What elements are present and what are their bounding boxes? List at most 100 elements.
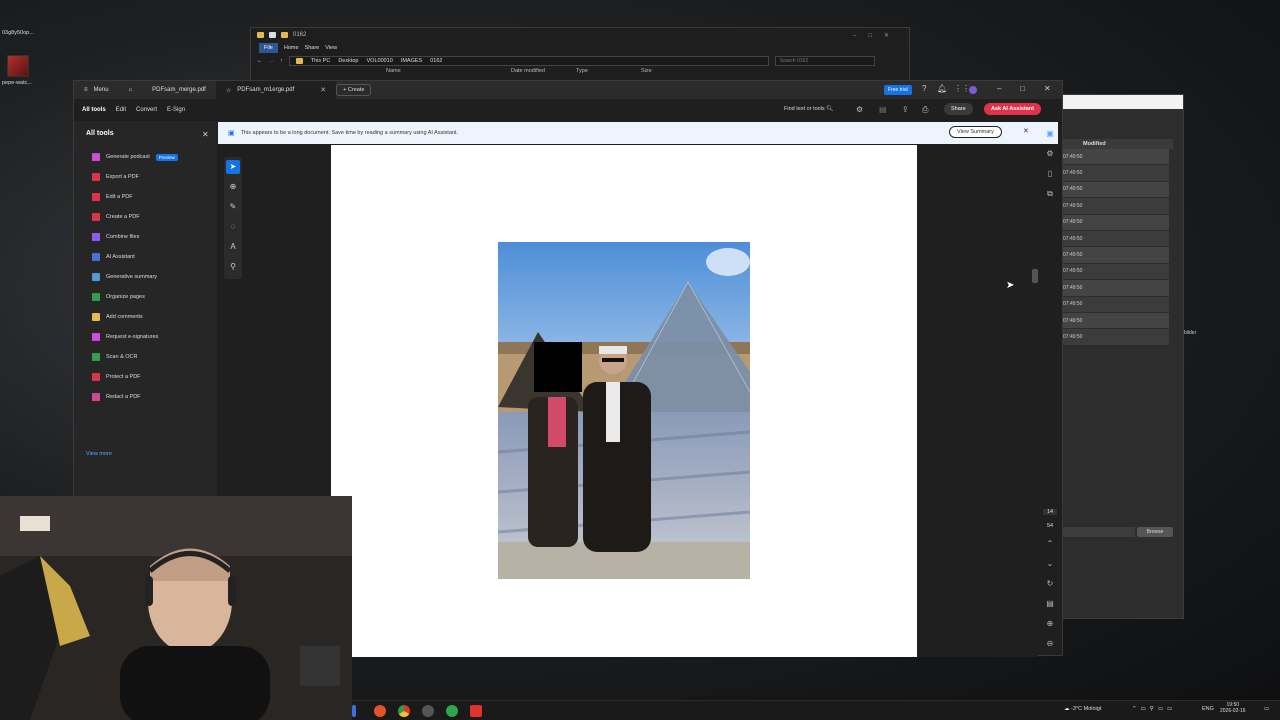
tool-item[interactable]: Generate podcast Preview <box>92 151 178 163</box>
table-row[interactable]: 07:49:50 <box>1063 280 1169 297</box>
address-bar[interactable]: This PC Desktop VOL00010 IMAGES 0162 <box>288 56 769 66</box>
table-row[interactable]: 07:49:50 <box>1063 296 1169 313</box>
clock[interactable]: 19:50 2026-02-16 <box>1220 702 1246 714</box>
modified-column-header[interactable]: Modified <box>1063 139 1173 149</box>
ribbon-file-tab[interactable]: File <box>259 43 278 53</box>
close-icon[interactable]: ✕ <box>1023 127 1029 135</box>
browse-button[interactable]: Browse <box>1137 527 1173 537</box>
ai-tool-icon[interactable]: ⚙ <box>856 105 863 114</box>
pages-icon[interactable]: ⧉ <box>1045 189 1055 199</box>
table-row[interactable]: 07:49:50 <box>1063 230 1169 248</box>
minimize-icon[interactable]: – <box>997 84 1001 93</box>
vertical-scrollbar[interactable] <box>1032 269 1038 283</box>
table-row[interactable]: 07:49:50 <box>1063 247 1169 264</box>
toolbar-all-tools[interactable]: All tools <box>82 107 106 113</box>
close-window-icon[interactable]: ✕ <box>1044 84 1051 93</box>
up-arrow-icon[interactable]: ↑ <box>280 58 283 64</box>
back-arrow-icon[interactable]: ← <box>257 58 263 64</box>
gear-icon[interactable]: ⚙ <box>1045 149 1055 159</box>
acrobat-taskbar-icon[interactable] <box>470 705 482 717</box>
language-indicator[interactable]: ENG <box>1202 706 1214 712</box>
ribbon-home-tab[interactable]: Home <box>284 45 299 51</box>
column-size[interactable]: Size <box>641 68 706 78</box>
chrome-icon[interactable] <box>398 705 410 717</box>
desktop-icon-label-2[interactable]: pepe-watc... <box>2 80 32 86</box>
app-green-icon[interactable] <box>446 705 458 717</box>
ribbon-view-tab[interactable]: View <box>325 45 337 51</box>
table-row[interactable]: 07:49:50 <box>1063 149 1169 166</box>
ribbon-share-tab[interactable]: Share <box>305 45 320 51</box>
column-date[interactable]: Date modified <box>511 68 576 78</box>
column-type[interactable]: Type <box>576 68 641 78</box>
toolbar-esign[interactable]: E-Sign <box>167 107 185 113</box>
select-cursor-icon[interactable]: ➤ <box>226 160 240 174</box>
destination-field[interactable] <box>1063 527 1135 537</box>
home-button[interactable]: ⌂ <box>119 81 143 99</box>
breadcrumb-this-pc[interactable]: This PC <box>311 58 331 64</box>
table-row[interactable]: 07:49:50 <box>1063 165 1169 182</box>
lasso-icon[interactable]: ◌ <box>226 220 240 234</box>
system-tray-icons[interactable]: ⌃▭⚲▭▭ <box>1132 706 1176 712</box>
column-name[interactable]: Name <box>386 68 451 78</box>
tool-item[interactable]: Generative summary <box>92 271 157 283</box>
maximize-icon[interactable]: □ <box>1020 84 1025 93</box>
tool-item[interactable]: Add comments <box>92 311 143 323</box>
comment-panel-icon[interactable]: ▣ <box>1045 129 1055 139</box>
print-icon[interactable]: ⎙ <box>922 105 928 115</box>
tab-document-1[interactable]: PDFsam_merge.pdf <box>142 81 216 99</box>
save-copy-icon[interactable]: ▤ <box>1045 599 1055 609</box>
tool-item[interactable]: Redact a PDF <box>92 391 141 403</box>
text-select-icon[interactable]: A <box>226 240 240 254</box>
upload-icon[interactable]: ⇪ <box>902 105 909 114</box>
help-icon[interactable]: ? <box>922 84 926 93</box>
tool-item[interactable]: Request e-signatures <box>92 331 158 343</box>
zoom-out-icon[interactable]: ⊖ <box>1045 639 1055 649</box>
tool-item[interactable]: Create a PDF <box>92 211 140 223</box>
chevron-down-icon[interactable]: ⌄ <box>1045 559 1055 569</box>
toolbar-edit[interactable]: Edit <box>116 107 126 113</box>
brave-icon[interactable] <box>374 705 386 717</box>
tool-item[interactable]: Protect a PDF <box>92 371 141 383</box>
table-row[interactable]: 07:49:50 <box>1063 263 1169 281</box>
tool-item[interactable]: Combine files <box>92 231 139 243</box>
avatar[interactable] <box>969 86 977 94</box>
pen-icon[interactable]: ✎ <box>226 200 240 214</box>
tab-document-2[interactable]: ☆ PDFsam_m1erge.pdf ✕ <box>215 81 337 99</box>
bookmark-icon[interactable]: ▯ <box>1045 169 1055 179</box>
tool-item[interactable]: Edit a PDF <box>92 191 133 203</box>
tool-item[interactable]: Export a PDF <box>92 171 139 183</box>
weather-widget[interactable]: ☁ -3°C Molnigt <box>1064 706 1101 712</box>
notification-icon[interactable]: ▭ <box>1264 706 1269 712</box>
zoom-in-icon[interactable]: ⊕ <box>1045 619 1055 629</box>
table-row[interactable]: 07:49:50 <box>1063 329 1169 346</box>
table-row[interactable]: 07:49:50 <box>1063 214 1169 231</box>
star-icon[interactable]: ☆ <box>226 87 231 94</box>
bell-icon[interactable]: 🔔︎ <box>937 84 947 93</box>
taskbar-app-icon[interactable] <box>352 705 356 717</box>
view-summary-button[interactable]: View Summary <box>949 126 1002 138</box>
tool-item[interactable]: Scan & OCR <box>92 351 137 363</box>
desktop-icon-label-1[interactable]: 03g8y50op... <box>2 30 34 36</box>
free-trial-button[interactable]: Free trial <box>884 85 912 95</box>
window-controls[interactable]: –□✕ <box>853 32 901 39</box>
view-more-link[interactable]: View more <box>86 451 112 457</box>
desktop-icon-image[interactable] <box>7 55 29 77</box>
ask-ai-assistant-button[interactable]: Ask AI Assistant <box>984 103 1041 115</box>
save-icon[interactable]: ▤ <box>879 105 887 114</box>
table-row[interactable]: 07:49:50 <box>1063 312 1169 330</box>
breadcrumb-desktop[interactable]: Desktop <box>338 58 358 64</box>
forward-arrow-icon[interactable]: → <box>269 58 275 64</box>
create-button[interactable]: + Create <box>336 84 372 96</box>
stamp-icon[interactable]: ⚲ <box>226 260 240 274</box>
refresh-icon[interactable]: ↻ <box>1045 579 1055 589</box>
zoom-icon[interactable]: ⊕ <box>226 180 240 194</box>
table-row[interactable]: 07:49:50 <box>1063 181 1169 199</box>
close-icon[interactable]: ✕ <box>202 130 209 139</box>
find-text-input[interactable]: Find text or tools 🔍︎ <box>784 106 833 112</box>
breadcrumb-vol[interactable]: VOL00010 <box>367 58 393 64</box>
table-row[interactable]: 07:49:50 <box>1063 198 1169 215</box>
breadcrumb-folder[interactable]: 0162 <box>430 58 442 64</box>
tool-item[interactable]: Organize pages <box>92 291 145 303</box>
tool-item[interactable]: AI Assistant <box>92 251 135 263</box>
apps-grid-icon[interactable]: ⋮⋮ <box>954 84 970 93</box>
